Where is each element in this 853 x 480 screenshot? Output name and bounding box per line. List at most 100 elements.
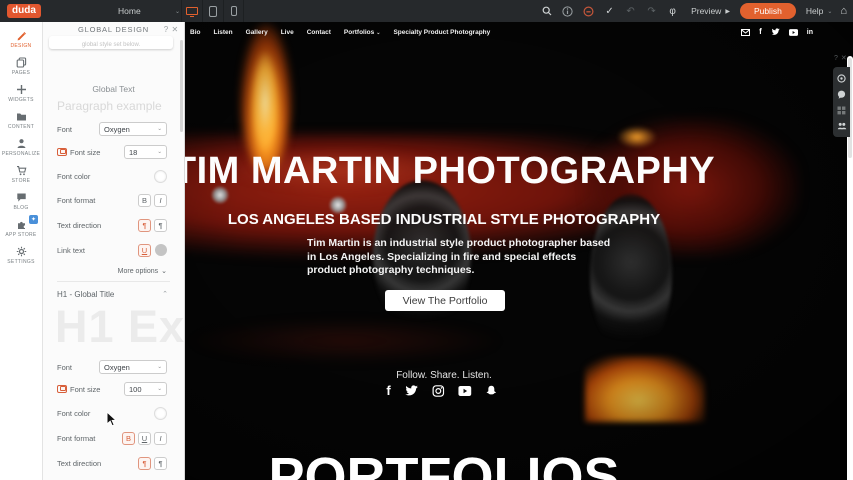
- chevron-down-icon: ⌄: [157, 149, 162, 155]
- check-icon: ✓: [605, 6, 613, 17]
- plus-icon: [16, 84, 27, 95]
- youtube-icon[interactable]: [459, 386, 472, 396]
- hero-subtitle[interactable]: LOS ANGELES BASED INDUSTRIAL STYLE PHOTO…: [228, 211, 660, 228]
- font-color-label: Font color: [57, 172, 90, 181]
- brush-icon: [16, 30, 27, 41]
- dashboard-home-button[interactable]: ⌂: [840, 5, 847, 17]
- paragraph-style-preview: Paragraph example: [57, 99, 162, 113]
- h1-ltr-button[interactable]: ¶: [138, 457, 151, 470]
- h1-rtl-button[interactable]: ¶: [154, 457, 167, 470]
- facebook-icon[interactable]: f: [386, 384, 390, 397]
- font-family-select[interactable]: Oxygen ⌄: [99, 122, 167, 136]
- sidebar-label: BLOG: [13, 205, 28, 211]
- sidebar-item-app-store[interactable]: APP STORE ✦: [0, 215, 42, 242]
- sidebar-item-blog[interactable]: BLOG: [0, 188, 42, 215]
- font-color-swatch[interactable]: [154, 170, 167, 183]
- home-icon: ⌂: [840, 5, 847, 17]
- font-size-label: Font size: [70, 148, 100, 157]
- sidebar-item-personalize[interactable]: PERSONALIZE: [0, 134, 42, 161]
- text-direction-label: Text direction: [57, 221, 101, 230]
- info-button[interactable]: [557, 0, 578, 22]
- approve-button[interactable]: ✓: [599, 0, 620, 22]
- h1-underline-button[interactable]: U: [138, 432, 151, 445]
- sidebar-item-design[interactable]: DESIGN: [0, 26, 42, 53]
- mobile-view-button[interactable]: [223, 0, 244, 22]
- h1-font-size-select[interactable]: 100 ⌄: [124, 382, 167, 396]
- undo-button[interactable]: ↶: [620, 0, 641, 22]
- assistant-button[interactable]: [578, 0, 599, 22]
- nav-link-listen[interactable]: Listen: [213, 29, 232, 36]
- desktop-view-button[interactable]: [181, 0, 202, 22]
- redo-icon: ↷: [647, 6, 655, 17]
- youtube-icon[interactable]: [789, 29, 798, 36]
- cursor-arrow-icon: [106, 411, 118, 428]
- email-icon[interactable]: [741, 29, 750, 36]
- tablet-view-button[interactable]: [202, 0, 223, 22]
- h1-font-family-select[interactable]: Oxygen ⌄: [99, 360, 167, 374]
- panel-close-button[interactable]: ✕: [171, 25, 179, 34]
- sidebar-item-content[interactable]: CONTENT: [0, 107, 42, 134]
- twitter-icon[interactable]: [771, 28, 780, 36]
- chat-bubble-icon[interactable]: [837, 90, 846, 99]
- nav-link-label: Portfolios: [344, 29, 374, 36]
- sidebar-item-widgets[interactable]: WIDGETS: [0, 80, 42, 107]
- code-icon: φ: [669, 6, 675, 17]
- sidebar-label: APP STORE: [5, 232, 36, 238]
- site-navigation: Bio Listen Gallery Live Contact Portfoli…: [190, 28, 813, 36]
- nav-link-contact[interactable]: Contact: [307, 29, 331, 36]
- font-label: Font: [57, 363, 72, 372]
- duda-logo[interactable]: duda: [7, 4, 41, 18]
- comments-icon[interactable]: [837, 74, 846, 83]
- h1-font-color-swatch[interactable]: [154, 407, 167, 420]
- bold-button[interactable]: B: [138, 194, 151, 207]
- apps-grid-icon[interactable]: [837, 106, 846, 115]
- h1-italic-button[interactable]: I: [154, 432, 167, 445]
- chevron-down-icon: ⌄: [157, 364, 162, 370]
- preview-button[interactable]: Preview ▶: [691, 6, 730, 16]
- link-underline-button[interactable]: U: [138, 244, 151, 257]
- folder-icon: [16, 111, 27, 122]
- linkedin-icon[interactable]: in: [807, 29, 813, 36]
- search-button[interactable]: [536, 0, 557, 22]
- panel-scrollbar[interactable]: [180, 40, 183, 132]
- facebook-icon[interactable]: f: [759, 28, 762, 36]
- nav-link-live[interactable]: Live: [281, 29, 294, 36]
- sidebar-item-pages[interactable]: PAGES: [0, 53, 42, 80]
- nav-link-specialty[interactable]: Specialty Product Photography: [393, 29, 490, 36]
- h1-section-header[interactable]: H1 - Global Title ⌃: [57, 290, 168, 299]
- close-icon[interactable]: ✕: [841, 55, 850, 62]
- rtl-button[interactable]: ¶: [154, 219, 167, 232]
- sidebar-item-settings[interactable]: SETTINGS: [0, 242, 42, 269]
- redo-button[interactable]: ↷: [641, 0, 662, 22]
- font-size-label: Font size: [70, 385, 100, 394]
- help-dropdown[interactable]: Help ⌄: [806, 6, 833, 16]
- font-size-select[interactable]: 18 ⌄: [124, 145, 167, 159]
- view-portfolio-button[interactable]: View The Portfolio: [385, 290, 505, 311]
- italic-button[interactable]: I: [154, 194, 167, 207]
- page-selector-dropdown[interactable]: Home ⌄: [118, 0, 180, 22]
- follow-share-listen-text[interactable]: Follow. Share. Listen.: [396, 370, 492, 381]
- publish-button[interactable]: Publish: [740, 3, 796, 19]
- more-options-link[interactable]: More options ⌄: [118, 267, 167, 275]
- twitter-icon[interactable]: [405, 385, 419, 397]
- portfolios-heading[interactable]: PORTFOLIOS: [269, 446, 620, 480]
- help-icon[interactable]: ?: [834, 55, 841, 62]
- nav-link-gallery[interactable]: Gallery: [246, 29, 268, 36]
- hero-title[interactable]: TIM MARTIN PHOTOGRAPHY: [185, 150, 715, 193]
- dev-mode-button[interactable]: φ: [662, 0, 683, 22]
- nav-link-bio[interactable]: Bio: [190, 29, 200, 36]
- sidebar-label: WIDGETS: [8, 97, 33, 103]
- instagram-icon[interactable]: [433, 385, 445, 397]
- team-icon[interactable]: [837, 122, 847, 130]
- h1-bold-button[interactable]: B: [122, 432, 135, 445]
- hero-paragraph[interactable]: Tim Martin is an industrial style produc…: [307, 237, 615, 278]
- panel-help-button[interactable]: ?: [164, 25, 169, 34]
- link-color-swatch[interactable]: [155, 244, 167, 256]
- sidebar-label: CONTENT: [8, 124, 34, 130]
- site-canvas[interactable]: Bio Listen Gallery Live Contact Portfoli…: [185, 22, 853, 480]
- snapchat-icon[interactable]: [486, 385, 498, 397]
- sidebar-item-store[interactable]: STORE: [0, 161, 42, 188]
- nav-link-portfolios[interactable]: Portfolios⌄: [344, 29, 381, 36]
- h1-style-preview: H1 Exa: [55, 302, 184, 352]
- ltr-button[interactable]: ¶: [138, 219, 151, 232]
